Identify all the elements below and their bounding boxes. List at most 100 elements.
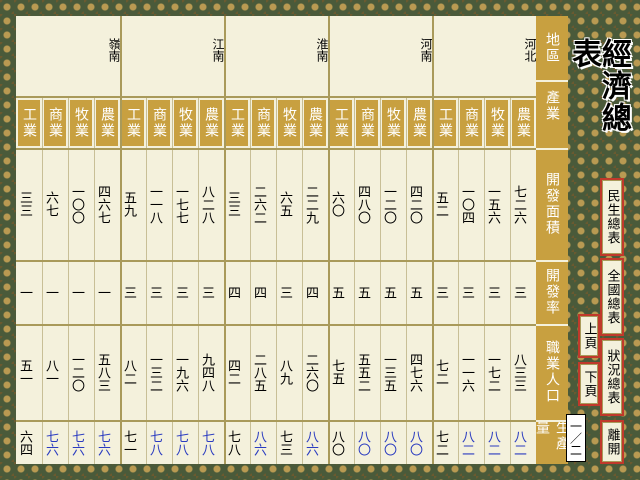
- row-label: 開發率: [544, 268, 560, 316]
- population-cell: 一三五: [381, 352, 396, 392]
- industry-header: 牧業: [278, 100, 300, 146]
- population-cell: 四二: [225, 359, 240, 385]
- next-page-button[interactable]: 下頁: [578, 362, 600, 406]
- row-label: 地區: [544, 32, 560, 64]
- area-cell: 六〇: [329, 191, 344, 217]
- area-cell: 五二: [433, 191, 448, 217]
- row-label-divider: [536, 324, 568, 326]
- economy-table: 嶺南 工業 三三一五一 六四 商業 六七一八一 七六 牧業 一〇〇一一二〇 七六 農業 四六七一五八三…: [16, 16, 537, 464]
- rate-cell: 三: [277, 285, 292, 299]
- area-cell: 一二〇: [381, 184, 396, 224]
- production-cell: 八〇: [407, 430, 422, 456]
- row-divider: [16, 420, 536, 422]
- rate-cell: 三: [511, 285, 526, 299]
- area-cell: 一五六: [485, 184, 500, 224]
- area-cell: 四六七: [95, 184, 110, 224]
- prev-page-button[interactable]: 上頁: [578, 314, 600, 358]
- industry-header: 商業: [356, 100, 378, 146]
- nation-summary-button[interactable]: 全國總表: [600, 258, 624, 336]
- population-cell: 二六〇: [303, 352, 318, 392]
- column-divider: [172, 96, 173, 464]
- production-cell: 八〇: [329, 430, 344, 456]
- production-cell: 八六: [303, 430, 318, 456]
- page-indicator: 一／二: [566, 414, 586, 462]
- rate-cell: 三: [459, 285, 474, 299]
- area-cell: 六五: [277, 191, 292, 217]
- row-label-divider: [536, 148, 568, 150]
- production-cell: 七八: [147, 430, 162, 456]
- region-name: 嶺南: [107, 38, 121, 62]
- population-cell: 一九六: [173, 352, 188, 392]
- area-cell: 三三: [17, 191, 32, 217]
- rate-cell: 一: [69, 285, 84, 299]
- rate-cell: 三: [485, 285, 500, 299]
- industry-header: 農業: [200, 100, 222, 146]
- column-divider: [458, 96, 459, 464]
- population-cell: 七五: [329, 359, 344, 385]
- production-cell: 八六: [251, 430, 266, 456]
- leave-button[interactable]: 離開: [600, 420, 624, 464]
- population-cell: 二八五: [251, 352, 266, 392]
- region-divider: [224, 16, 226, 464]
- production-cell: 八〇: [355, 430, 370, 456]
- production-cell: 七六: [95, 430, 110, 456]
- column-divider: [276, 96, 277, 464]
- population-cell: 九四八: [199, 352, 214, 392]
- area-cell: 一〇〇: [69, 184, 84, 224]
- rate-cell: 三: [147, 285, 162, 299]
- population-cell: 八九: [277, 359, 292, 385]
- rate-cell: 五: [329, 285, 344, 299]
- industry-header: 牧業: [486, 100, 508, 146]
- people-summary-button[interactable]: 民生總表: [600, 178, 624, 256]
- population-cell: 四七六: [407, 352, 422, 392]
- population-cell: 一七二: [485, 352, 500, 392]
- production-cell: 八二: [459, 430, 474, 456]
- rate-cell: 四: [251, 285, 266, 299]
- area-cell: 二二九: [303, 184, 318, 224]
- region-name: 淮南: [315, 38, 329, 62]
- status-summary-button[interactable]: 狀況總表: [600, 338, 624, 416]
- rate-cell: 四: [225, 285, 240, 299]
- rate-cell: 一: [17, 285, 32, 299]
- column-divider: [484, 96, 485, 464]
- production-cell: 八〇: [381, 430, 396, 456]
- production-cell: 七三: [277, 430, 292, 456]
- row-label: 生產量: [534, 420, 570, 452]
- production-cell: 六四: [17, 430, 32, 456]
- industry-header: 商業: [148, 100, 170, 146]
- production-cell: 七六: [43, 430, 58, 456]
- column-divider: [42, 96, 43, 464]
- column-divider: [94, 96, 95, 464]
- row-label-divider: [536, 80, 568, 82]
- area-cell: 一〇四: [459, 184, 474, 224]
- row-label: 產業: [544, 90, 560, 122]
- industry-header: 工業: [122, 100, 144, 146]
- production-cell: 七二: [433, 430, 448, 456]
- population-cell: 五五二: [355, 352, 370, 392]
- region-name: 河北: [523, 38, 537, 62]
- industry-header: 農業: [408, 100, 430, 146]
- area-cell: 八二八: [199, 184, 214, 224]
- area-cell: 三三: [225, 191, 240, 217]
- row-label-divider: [536, 420, 568, 422]
- population-cell: 八二: [121, 359, 136, 385]
- column-divider: [380, 96, 381, 464]
- column-divider: [146, 96, 147, 464]
- industry-header: 工業: [226, 100, 248, 146]
- industry-header: 工業: [18, 100, 40, 146]
- column-divider: [68, 96, 69, 464]
- region-divider: [432, 16, 434, 464]
- rate-cell: 三: [173, 285, 188, 299]
- row-label-divider: [536, 260, 568, 262]
- industry-header: 牧業: [382, 100, 404, 146]
- production-cell: 七八: [199, 430, 214, 456]
- area-cell: 五九: [121, 191, 136, 217]
- production-cell: 七八: [173, 430, 188, 456]
- rate-cell: 三: [121, 285, 136, 299]
- industry-header: 工業: [330, 100, 352, 146]
- population-cell: 七二: [433, 359, 448, 385]
- rate-cell: 五: [381, 285, 396, 299]
- population-cell: 八一: [43, 359, 58, 385]
- production-cell: 七八: [225, 430, 240, 456]
- rate-cell: 五: [355, 285, 370, 299]
